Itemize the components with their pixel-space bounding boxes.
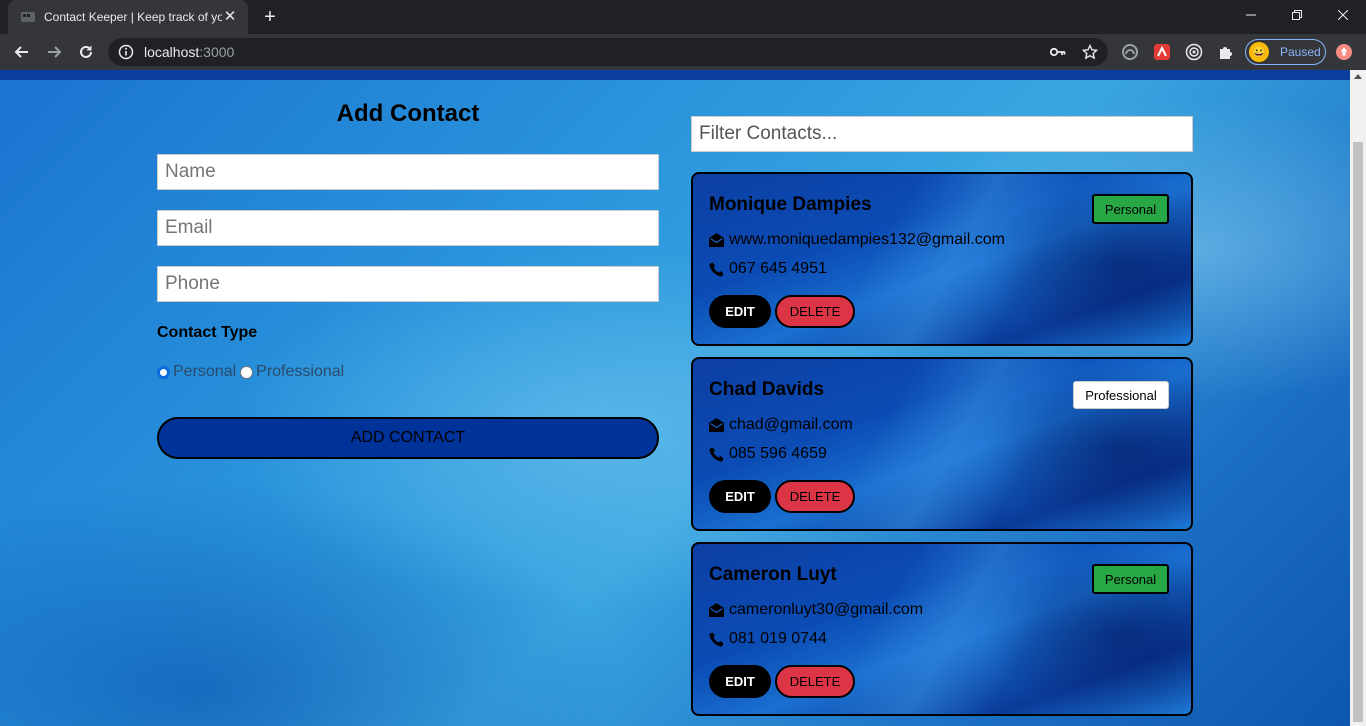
contact-email: chad@gmail.com	[729, 416, 853, 433]
back-arrow-icon	[14, 46, 28, 58]
envelope-icon	[709, 603, 724, 617]
contact-phone: 085 596 4659	[729, 445, 827, 462]
update-menu-icon[interactable]	[1334, 42, 1354, 62]
contact-email: cameronluyt30@gmail.com	[729, 601, 924, 618]
forward-button[interactable]	[40, 38, 68, 66]
minimize-window-button[interactable]	[1228, 0, 1274, 30]
minimize-icon	[1246, 14, 1256, 16]
contact-card: Chad Davids Professional chad@gmail.com …	[691, 357, 1193, 531]
favicon-icon	[20, 9, 36, 25]
envelope-icon	[709, 233, 724, 247]
contact-email-row: www.moniquedampies132@gmail.com	[709, 231, 1005, 249]
top-strip	[0, 70, 1350, 80]
contact-name: Cameron Luyt	[709, 564, 837, 585]
tab-title: Contact Keeper | Keep track of yo	[44, 10, 222, 24]
contact-phone: 081 019 0744	[729, 630, 827, 647]
page-scrollbar[interactable]	[1350, 70, 1366, 726]
contact-card: Monique Dampies Personal www.moniquedamp…	[691, 172, 1193, 346]
extension-circle-icon[interactable]	[1120, 42, 1140, 62]
page-viewport: Add Contact Contact Type Personal Profes…	[0, 70, 1366, 726]
url-port: :3000	[199, 44, 235, 60]
envelope-icon	[709, 418, 724, 432]
close-icon	[1338, 10, 1348, 20]
forward-arrow-icon	[48, 46, 62, 58]
back-button[interactable]	[8, 38, 36, 66]
phone-icon	[709, 632, 724, 646]
reload-button[interactable]	[72, 38, 100, 66]
browser-tab[interactable]: Contact Keeper | Keep track of yo ✕	[8, 0, 248, 34]
edit-button[interactable]: EDIT	[709, 295, 771, 328]
delete-button[interactable]: DELETE	[775, 665, 855, 698]
key-icon[interactable]	[1050, 44, 1066, 60]
professional-radio-label: Professional	[256, 363, 345, 380]
close-window-button[interactable]	[1320, 0, 1366, 30]
scroll-up-arrow-icon[interactable]	[1354, 74, 1362, 79]
scrollbar-thumb[interactable]	[1353, 142, 1363, 722]
avatar: 😀	[1249, 42, 1269, 62]
add-contact-button[interactable]: ADD CONTACT	[157, 417, 659, 459]
extension-red-icon[interactable]	[1152, 42, 1172, 62]
email-input[interactable]	[157, 210, 659, 246]
personal-radio-label: Personal	[173, 363, 237, 380]
professional-radio[interactable]	[240, 365, 254, 379]
phone-icon	[709, 262, 724, 276]
contact-type-radio-group: Personal Professional	[157, 361, 348, 383]
contact-email: www.moniquedampies132@gmail.com	[729, 231, 1005, 248]
edit-button[interactable]: EDIT	[709, 665, 771, 698]
delete-button[interactable]: DELETE	[775, 480, 855, 513]
contact-type-badge: Personal	[1092, 564, 1169, 594]
new-tab-button[interactable]: +	[258, 6, 282, 28]
profile-status-label: Paused	[1280, 45, 1321, 59]
name-input[interactable]	[157, 154, 659, 190]
form-title: Add Contact	[336, 100, 480, 127]
extensions-puzzle-icon[interactable]	[1216, 42, 1236, 62]
contact-email-row: cameronluyt30@gmail.com	[709, 601, 923, 619]
contact-name: Chad Davids	[709, 379, 825, 400]
contact-phone: 067 645 4951	[729, 260, 827, 277]
profile-button[interactable]: 😀 Paused	[1245, 39, 1326, 65]
site-info-icon[interactable]	[118, 44, 134, 60]
personal-radio[interactable]	[157, 365, 170, 379]
address-bar[interactable]: localhost:3000	[108, 38, 1108, 66]
contact-phone-row: 081 019 0744	[709, 630, 827, 648]
restore-icon	[1292, 10, 1302, 20]
restore-window-button[interactable]	[1274, 0, 1320, 30]
contact-type-badge: Professional	[1073, 381, 1169, 409]
contact-email-row: chad@gmail.com	[709, 416, 853, 434]
extension-target-icon[interactable]	[1184, 42, 1204, 62]
contact-card: Cameron Luyt Personal cameronluyt30@gmai…	[691, 542, 1193, 716]
contact-phone-row: 067 645 4951	[709, 260, 827, 278]
url-host: localhost	[144, 44, 200, 60]
contact-name: Monique Dampies	[709, 194, 872, 215]
filter-contacts-input[interactable]	[691, 116, 1193, 152]
browser-toolbar: localhost:3000 😀 Paused	[0, 34, 1366, 70]
close-tab-icon[interactable]: ✕	[222, 9, 238, 25]
delete-button[interactable]: DELETE	[775, 295, 855, 328]
contact-type-label: Contact Type	[157, 324, 258, 341]
contact-phone-row: 085 596 4659	[709, 445, 827, 463]
contact-type-badge: Personal	[1092, 194, 1169, 224]
phone-icon	[709, 447, 724, 461]
reload-icon	[80, 45, 92, 58]
phone-input[interactable]	[157, 266, 659, 302]
bookmark-star-icon[interactable]	[1082, 44, 1098, 60]
edit-button[interactable]: EDIT	[709, 480, 771, 513]
browser-tab-strip: Contact Keeper | Keep track of yo ✕ +	[0, 0, 1366, 34]
